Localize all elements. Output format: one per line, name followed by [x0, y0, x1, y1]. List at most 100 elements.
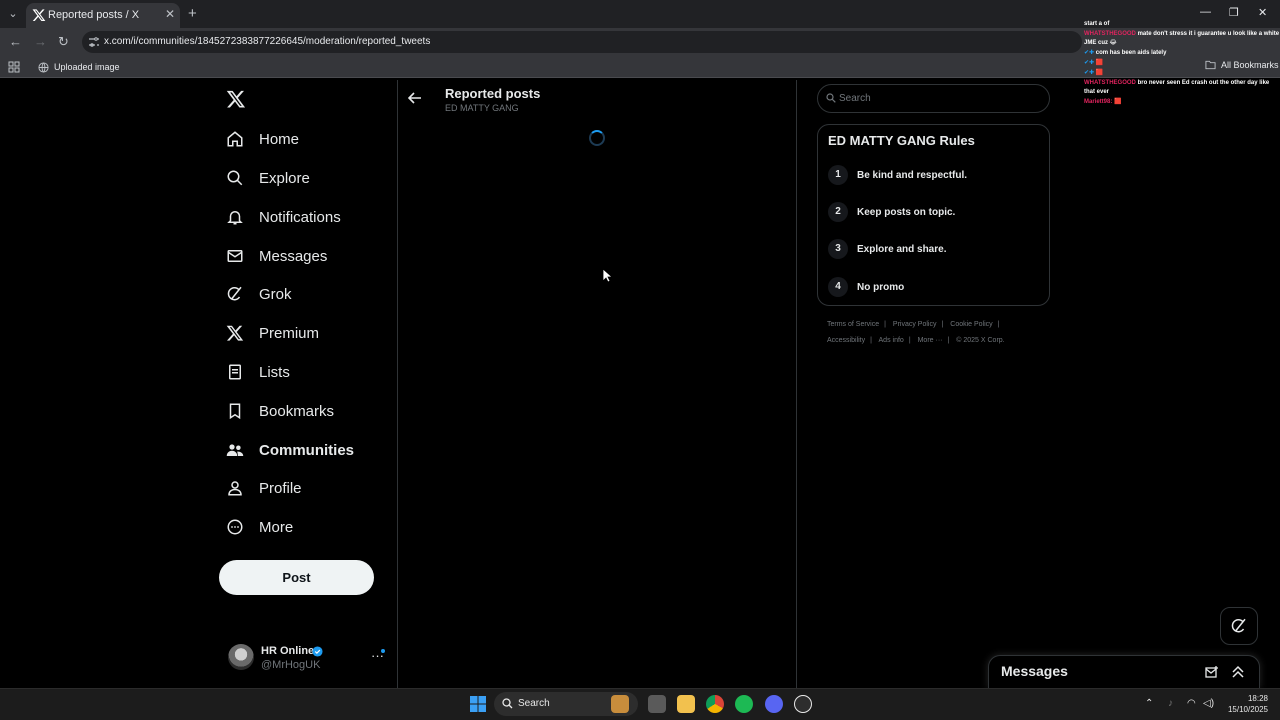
taskbar-search-label: Search	[518, 698, 550, 709]
page-title: Reported posts	[445, 86, 541, 101]
rule-text: No promo	[857, 281, 905, 293]
avatar	[228, 644, 254, 670]
site-info-icon[interactable]	[88, 36, 100, 48]
bookmark-label: Uploaded image	[54, 62, 120, 72]
rule-text: Explore and share.	[857, 243, 947, 255]
grok-floating-button[interactable]	[1220, 607, 1258, 645]
new-tab-button[interactable]: +	[188, 5, 197, 22]
rule-item[interactable]: 2 Keep posts on topic.	[828, 201, 955, 223]
communities-icon	[226, 444, 244, 456]
clock-time: 18:28	[1247, 694, 1268, 703]
footer-link-privacy[interactable]: Privacy Policy	[893, 321, 937, 328]
bookmark-uploaded-image[interactable]: Uploaded image	[38, 60, 120, 74]
rule-number: 2	[828, 202, 848, 222]
nav-home[interactable]: Home	[226, 127, 299, 151]
rule-item[interactable]: 4 No promo	[828, 276, 904, 298]
footer-link-ads-info[interactable]: Ads info	[879, 337, 904, 344]
search-icon	[227, 170, 243, 186]
nav-label-premium: Premium	[259, 324, 320, 342]
minimize-button[interactable]: —	[1200, 6, 1211, 18]
rule-number: 4	[828, 277, 848, 297]
footer-copyright: © 2025 X Corp.	[956, 337, 1005, 344]
nav-label-grok: Grok	[259, 285, 292, 303]
nav-label-profile: Profile	[259, 479, 302, 497]
back-arrow-icon[interactable]	[408, 91, 422, 105]
clock-date: 15/10/2025	[1227, 705, 1268, 715]
spotify-icon[interactable]	[735, 695, 753, 713]
nav-lists[interactable]: Lists	[226, 360, 290, 384]
nav-label-explore: Explore	[259, 169, 310, 187]
browser-tab[interactable]: Reported posts / X ✕	[26, 3, 180, 28]
new-message-icon[interactable]	[1205, 665, 1219, 679]
chat-message: ✔✚ com has been aids lately	[1084, 50, 1167, 56]
rules-title: ED MATTY GANG Rules	[828, 133, 975, 148]
post-button[interactable]: Post	[219, 560, 374, 595]
rule-text: Be kind and respectful.	[857, 169, 968, 181]
nav-label-communities: Communities	[259, 441, 355, 459]
nav-communities[interactable]: Communities	[226, 438, 354, 462]
search-icon	[502, 698, 513, 709]
nav-label-bookmarks: Bookmarks	[259, 402, 335, 420]
envelope-icon	[227, 250, 243, 262]
account-switcher[interactable]: HR Online @MrHogUK ···	[228, 643, 388, 673]
discord-icon[interactable]	[765, 695, 783, 713]
tab-search-button[interactable]: ⌄	[4, 5, 22, 23]
chrome-icon[interactable]	[706, 695, 724, 713]
rule-item[interactable]: 3 Explore and share.	[828, 238, 946, 260]
globe-icon	[38, 61, 49, 73]
volume-icon[interactable]: ◁)	[1203, 698, 1214, 709]
footer-link-accessibility[interactable]: Accessibility	[827, 337, 865, 344]
main-column	[397, 80, 797, 688]
nav-notifications[interactable]: Notifications	[226, 205, 341, 229]
wifi-icon[interactable]: ◠	[1187, 698, 1196, 709]
x-logo-icon[interactable]	[226, 89, 246, 109]
windows-taskbar	[0, 688, 1280, 720]
nav-grok[interactable]: Grok	[226, 282, 292, 306]
microphone-icon[interactable]: ♪	[1168, 698, 1173, 709]
rule-item[interactable]: 1 Be kind and respectful.	[828, 164, 967, 186]
rule-text: Keep posts on topic.	[857, 206, 956, 218]
taskbar-clock[interactable]: 18:28 15/10/2025	[1226, 693, 1268, 715]
footer-links-row: Accessibility | Ads info | More ··· | © 202…	[827, 337, 1005, 344]
home-icon	[227, 131, 243, 147]
nav-profile[interactable]: Profile	[226, 476, 302, 500]
tray-chevron-icon[interactable]: ⌃	[1145, 698, 1153, 709]
task-view-icon[interactable]	[648, 695, 666, 713]
nav-label-notifications: Notifications	[259, 208, 341, 226]
bell-icon	[227, 211, 243, 225]
rule-number: 1	[828, 165, 848, 185]
file-explorer-icon[interactable]	[677, 695, 695, 713]
chat-message: ✔✚ 🟥	[1084, 60, 1104, 66]
back-button[interactable]: ←	[9, 34, 22, 49]
search-highlight-icon[interactable]	[611, 695, 629, 713]
app-icon[interactable]	[794, 695, 812, 713]
nav-label-lists: Lists	[259, 363, 290, 381]
url-text[interactable]: x.com/i/communities/1845272383877226645/…	[104, 36, 430, 47]
mouse-cursor-icon	[602, 268, 612, 283]
nav-label-more: More	[259, 518, 294, 536]
maximize-button[interactable]: ❐	[1229, 6, 1239, 19]
chat-message: start a of	[1084, 21, 1110, 27]
apps-grid-icon[interactable]	[8, 61, 20, 73]
windows-start-icon[interactable]	[470, 696, 486, 712]
footer-link-more[interactable]: More ···	[918, 337, 943, 344]
chat-overlay: start a of WHATSTHEGOOD mate don't stres…	[1084, 20, 1280, 108]
tab-close-icon[interactable]: ✕	[165, 7, 175, 21]
chevron-up-double-icon[interactable]	[1231, 665, 1245, 679]
nav-messages[interactable]: Messages	[226, 244, 327, 268]
nav-label-messages: Messages	[259, 247, 328, 265]
bookmark-icon	[229, 403, 241, 420]
reload-button[interactable]: ↻	[58, 34, 69, 50]
chat-message: WHATSTHEGOOD mate don't stress it i guar…	[1084, 31, 1280, 46]
nav-more[interactable]: More	[226, 515, 293, 539]
nav-bookmarks[interactable]: Bookmarks	[226, 399, 334, 423]
footer-link-cookies[interactable]: Cookie Policy	[950, 321, 992, 328]
messages-drawer[interactable]: Messages	[988, 655, 1260, 688]
nav-premium[interactable]: Premium	[226, 321, 319, 345]
nav-explore[interactable]: Explore	[226, 166, 310, 190]
grok-icon	[227, 286, 242, 301]
footer-link-terms[interactable]: Terms of Service	[827, 321, 879, 328]
chat-message: Mariett98: 🟥	[1084, 99, 1122, 105]
close-window-button[interactable]: ✕	[1258, 6, 1267, 19]
forward-button[interactable]: →	[34, 34, 47, 49]
